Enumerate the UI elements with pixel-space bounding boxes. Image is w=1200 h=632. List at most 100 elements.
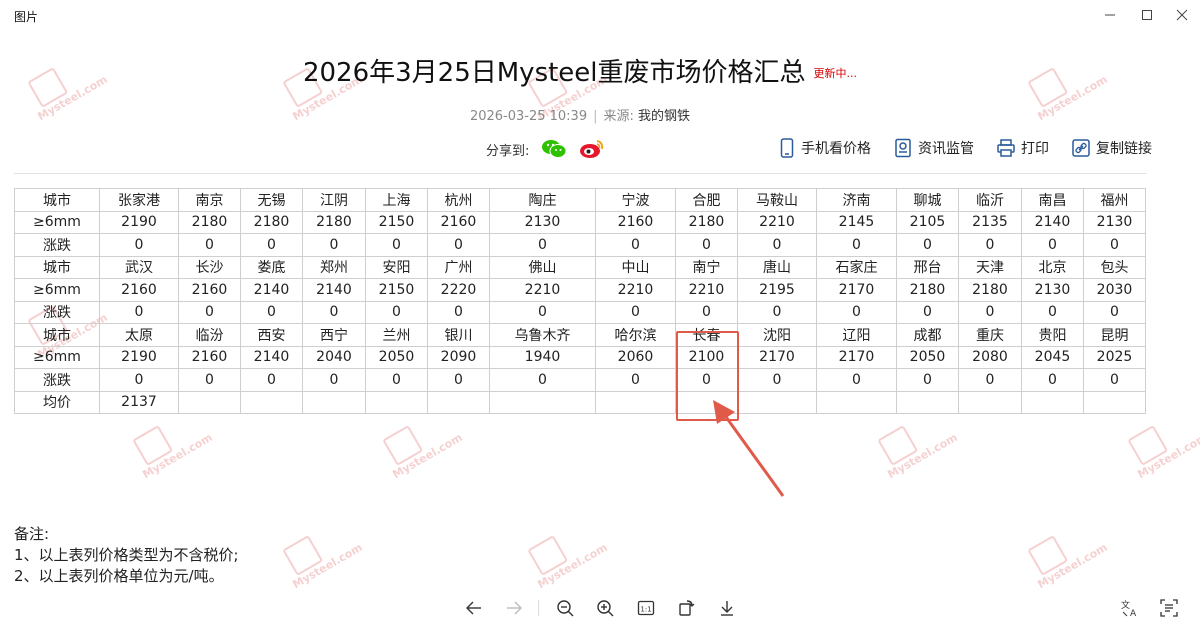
city-cell: 辽阳 bbox=[816, 323, 897, 347]
download-button[interactable] bbox=[715, 596, 739, 620]
city-cell: 昆明 bbox=[1083, 323, 1146, 347]
price-cell: 2180 bbox=[958, 278, 1022, 302]
price-cell: 2150 bbox=[365, 210, 428, 234]
price-cell: 2050 bbox=[896, 345, 959, 369]
text-scan-icon bbox=[1160, 599, 1178, 617]
change-cell: 0 bbox=[595, 300, 676, 324]
text-extract-button[interactable] bbox=[1157, 596, 1181, 620]
minimize-button[interactable] bbox=[1096, 4, 1124, 26]
previous-button[interactable] bbox=[462, 596, 486, 620]
mobile-price-button[interactable]: 手机看价格 bbox=[778, 138, 871, 158]
update-tag: 更新中... bbox=[813, 67, 858, 80]
city-cell: 佛山 bbox=[489, 255, 596, 279]
price-cell: 2190 bbox=[99, 345, 179, 369]
close-icon bbox=[1176, 9, 1188, 21]
rotate-button[interactable] bbox=[674, 596, 698, 620]
wechat-icon[interactable] bbox=[541, 139, 567, 159]
window-title: 图片 bbox=[14, 10, 39, 24]
change-cell: 0 bbox=[595, 233, 676, 257]
change-cell: 0 bbox=[99, 300, 179, 324]
empty-cell bbox=[896, 390, 959, 414]
share-label: 分享到: bbox=[486, 143, 530, 159]
empty-cell bbox=[365, 390, 428, 414]
printer-icon bbox=[997, 139, 1015, 157]
copy-link-button[interactable]: 复制链接 bbox=[1071, 138, 1152, 158]
rotate-icon bbox=[679, 600, 695, 616]
empty-cell bbox=[1083, 390, 1146, 414]
city-cell: 重庆 bbox=[958, 323, 1022, 347]
city-cell: 包头 bbox=[1083, 255, 1146, 279]
svg-text:文: 文 bbox=[1121, 599, 1130, 611]
city-cell: 郑州 bbox=[302, 255, 366, 279]
zoom-in-button[interactable] bbox=[593, 596, 617, 620]
source-label: 来源: bbox=[603, 109, 634, 124]
city-cell: 乌鲁木齐 bbox=[489, 323, 596, 347]
maximize-button[interactable] bbox=[1133, 4, 1161, 26]
city-cell: 江阴 bbox=[302, 188, 366, 212]
price-cell: 2220 bbox=[427, 278, 490, 302]
print-button[interactable]: 打印 bbox=[996, 138, 1049, 158]
price-cell: 2170 bbox=[737, 345, 817, 369]
header-divider bbox=[14, 173, 1147, 174]
empty-cell bbox=[302, 390, 366, 414]
toolbar-separator bbox=[538, 600, 539, 616]
city-cell: 银川 bbox=[427, 323, 490, 347]
mobile-price-label: 手机看价格 bbox=[801, 141, 871, 157]
price-cell: 2105 bbox=[896, 210, 959, 234]
article-title: 2026年3月25日Mysteel重废市场价格汇总 更新中... bbox=[0, 52, 1160, 89]
price-cell: 2045 bbox=[1021, 345, 1084, 369]
change-cell: 0 bbox=[816, 368, 897, 392]
row-label: 城市 bbox=[14, 188, 100, 212]
price-cell: 2180 bbox=[896, 278, 959, 302]
arrow-right-icon bbox=[507, 601, 522, 615]
price-cell: 2140 bbox=[1021, 210, 1084, 234]
news-monitor-button[interactable]: 资讯监管 bbox=[893, 138, 974, 158]
price-cell: 2030 bbox=[1083, 278, 1146, 302]
price-cell: 2050 bbox=[365, 345, 428, 369]
city-cell: 福州 bbox=[1083, 188, 1146, 212]
price-row: ≥6mm 2160 2160 2140 2140 2150 2220 2210 2210 2210… bbox=[14, 278, 1146, 302]
change-cell: 0 bbox=[427, 368, 490, 392]
notes-heading: 备注: bbox=[14, 525, 50, 543]
average-row: 均价 2137 bbox=[14, 390, 1146, 414]
empty-cell bbox=[427, 390, 490, 414]
change-cell: 0 bbox=[99, 233, 179, 257]
zoom-out-button[interactable] bbox=[553, 596, 577, 620]
city-cell: 临汾 bbox=[178, 323, 241, 347]
change-cell: 0 bbox=[302, 233, 366, 257]
price-cell: 2170 bbox=[816, 345, 897, 369]
close-button[interactable] bbox=[1168, 4, 1196, 26]
city-cell: 成都 bbox=[896, 323, 959, 347]
change-row: 涨跌 0 0 0 0 0 0 0 0 0 0 0 0 0 0 0 bbox=[14, 300, 1146, 324]
city-cell: 临沂 bbox=[958, 188, 1022, 212]
change-cell: 0 bbox=[240, 368, 303, 392]
city-cell: 长沙 bbox=[178, 255, 241, 279]
city-cell: 娄底 bbox=[240, 255, 303, 279]
change-cell: 0 bbox=[896, 300, 959, 324]
change-cell: 0 bbox=[365, 233, 428, 257]
city-cell: 陶庄 bbox=[489, 188, 596, 212]
change-cell: 0 bbox=[178, 368, 241, 392]
empty-cell bbox=[1021, 390, 1084, 414]
change-cell: 0 bbox=[958, 233, 1022, 257]
weibo-icon[interactable] bbox=[579, 139, 605, 159]
city-cell: 沈阳 bbox=[737, 323, 817, 347]
change-cell: 0 bbox=[816, 300, 897, 324]
city-cell: 武汉 bbox=[99, 255, 179, 279]
change-cell: 0 bbox=[365, 368, 428, 392]
city-cell: 南昌 bbox=[1021, 188, 1084, 212]
city-cell: 上海 bbox=[365, 188, 428, 212]
price-cell: 2160 bbox=[427, 210, 490, 234]
average-label: 均价 bbox=[14, 390, 100, 414]
row-label: 涨跌 bbox=[14, 233, 100, 257]
source-name: 我的钢铁 bbox=[638, 109, 691, 124]
translate-button[interactable]: 文A bbox=[1118, 596, 1142, 620]
price-table: 城市 张家港 南京 无锡 江阴 上海 杭州 陶庄 宁波 合肥 马鞍山 济南 聊城 临沂 南昌 福州 ≥6mm 21… bbox=[14, 188, 1146, 414]
city-cell: 太原 bbox=[99, 323, 179, 347]
next-button[interactable] bbox=[502, 596, 526, 620]
change-cell: 0 bbox=[595, 368, 676, 392]
copy-link-label: 复制链接 bbox=[1096, 141, 1152, 157]
watermark-logo: Mysteel.com bbox=[1020, 514, 1119, 606]
zoom-out-icon bbox=[557, 600, 574, 617]
actual-size-button[interactable]: 1:1 bbox=[634, 596, 658, 620]
